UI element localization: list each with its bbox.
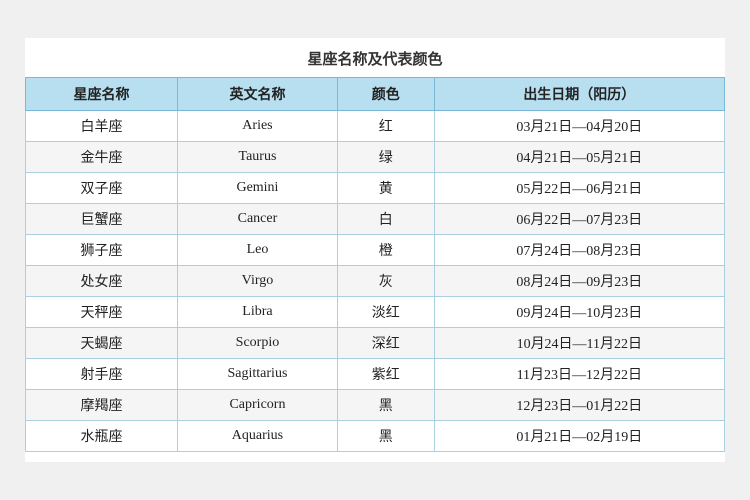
cell-english-name: Libra bbox=[178, 297, 338, 328]
header-english: 英文名称 bbox=[178, 78, 338, 111]
cell-chinese-name: 射手座 bbox=[26, 359, 178, 390]
cell-date: 11月23日—12月22日 bbox=[434, 359, 724, 390]
cell-chinese-name: 处女座 bbox=[26, 266, 178, 297]
table-row: 双子座Gemini黄05月22日—06月21日 bbox=[26, 173, 725, 204]
table-row: 摩羯座Capricorn黑12月23日—01月22日 bbox=[26, 390, 725, 421]
zodiac-table: 星座名称 英文名称 颜色 出生日期（阳历） 白羊座Aries红03月21日—04… bbox=[25, 77, 725, 452]
table-row: 天蝎座Scorpio深红10月24日—11月22日 bbox=[26, 328, 725, 359]
cell-color: 黄 bbox=[337, 173, 434, 204]
table-row: 水瓶座Aquarius黑01月21日—02月19日 bbox=[26, 421, 725, 452]
cell-english-name: Cancer bbox=[178, 204, 338, 235]
cell-color: 黑 bbox=[337, 421, 434, 452]
cell-date: 07月24日—08月23日 bbox=[434, 235, 724, 266]
header-color: 颜色 bbox=[337, 78, 434, 111]
cell-date: 12月23日—01月22日 bbox=[434, 390, 724, 421]
header-date: 出生日期（阳历） bbox=[434, 78, 724, 111]
cell-chinese-name: 天秤座 bbox=[26, 297, 178, 328]
cell-color: 灰 bbox=[337, 266, 434, 297]
page-title: 星座名称及代表颜色 bbox=[25, 48, 725, 69]
cell-chinese-name: 巨蟹座 bbox=[26, 204, 178, 235]
table-row: 处女座Virgo灰08月24日—09月23日 bbox=[26, 266, 725, 297]
main-container: 星座名称及代表颜色 星座名称 英文名称 颜色 出生日期（阳历） 白羊座Aries… bbox=[25, 38, 725, 462]
cell-color: 橙 bbox=[337, 235, 434, 266]
cell-date: 03月21日—04月20日 bbox=[434, 111, 724, 142]
table-row: 狮子座Leo橙07月24日—08月23日 bbox=[26, 235, 725, 266]
cell-color: 绿 bbox=[337, 142, 434, 173]
cell-chinese-name: 狮子座 bbox=[26, 235, 178, 266]
table-header-row: 星座名称 英文名称 颜色 出生日期（阳历） bbox=[26, 78, 725, 111]
cell-chinese-name: 白羊座 bbox=[26, 111, 178, 142]
cell-english-name: Capricorn bbox=[178, 390, 338, 421]
cell-english-name: Scorpio bbox=[178, 328, 338, 359]
cell-english-name: Sagittarius bbox=[178, 359, 338, 390]
cell-english-name: Aries bbox=[178, 111, 338, 142]
cell-color: 白 bbox=[337, 204, 434, 235]
table-row: 金牛座Taurus绿04月21日—05月21日 bbox=[26, 142, 725, 173]
table-row: 天秤座Libra淡红09月24日—10月23日 bbox=[26, 297, 725, 328]
cell-chinese-name: 双子座 bbox=[26, 173, 178, 204]
table-row: 巨蟹座Cancer白06月22日—07月23日 bbox=[26, 204, 725, 235]
cell-date: 10月24日—11月22日 bbox=[434, 328, 724, 359]
cell-english-name: Gemini bbox=[178, 173, 338, 204]
cell-date: 04月21日—05月21日 bbox=[434, 142, 724, 173]
table-row: 白羊座Aries红03月21日—04月20日 bbox=[26, 111, 725, 142]
table-row: 射手座Sagittarius紫红11月23日—12月22日 bbox=[26, 359, 725, 390]
cell-chinese-name: 摩羯座 bbox=[26, 390, 178, 421]
cell-color: 红 bbox=[337, 111, 434, 142]
cell-english-name: Taurus bbox=[178, 142, 338, 173]
cell-english-name: Aquarius bbox=[178, 421, 338, 452]
cell-english-name: Leo bbox=[178, 235, 338, 266]
cell-date: 01月21日—02月19日 bbox=[434, 421, 724, 452]
cell-chinese-name: 天蝎座 bbox=[26, 328, 178, 359]
cell-date: 06月22日—07月23日 bbox=[434, 204, 724, 235]
cell-color: 紫红 bbox=[337, 359, 434, 390]
cell-date: 09月24日—10月23日 bbox=[434, 297, 724, 328]
cell-chinese-name: 水瓶座 bbox=[26, 421, 178, 452]
cell-color: 深红 bbox=[337, 328, 434, 359]
cell-color: 黑 bbox=[337, 390, 434, 421]
cell-date: 05月22日—06月21日 bbox=[434, 173, 724, 204]
cell-color: 淡红 bbox=[337, 297, 434, 328]
header-chinese: 星座名称 bbox=[26, 78, 178, 111]
cell-date: 08月24日—09月23日 bbox=[434, 266, 724, 297]
cell-chinese-name: 金牛座 bbox=[26, 142, 178, 173]
cell-english-name: Virgo bbox=[178, 266, 338, 297]
